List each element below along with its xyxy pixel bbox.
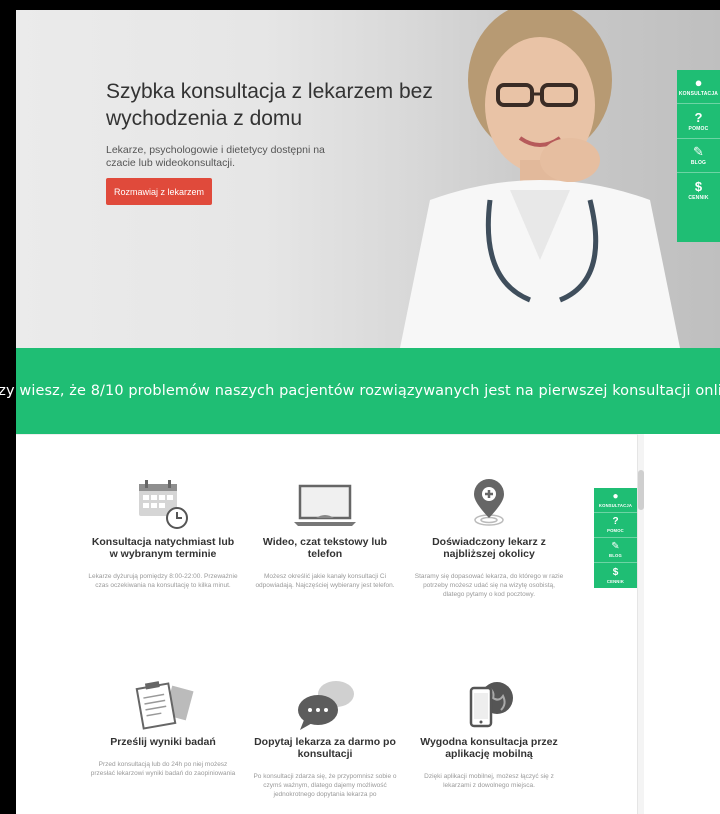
side-widget-help[interactable]: ? Pomoc: [594, 513, 637, 538]
side-widget-consultation[interactable]: ● Konsultacja: [677, 70, 720, 105]
feature-item: Dopytaj lekarza za darmo po konsultacji …: [250, 678, 400, 799]
clipboard-icon: [135, 681, 194, 730]
side-widget-pricing[interactable]: $ Cennik: [677, 173, 720, 207]
feature-text: Możesz określić jakie kanały konsultacji…: [255, 573, 395, 589]
side-widget-label: Blog: [609, 553, 622, 558]
talk-to-doctor-button[interactable]: Rozmawiaj z lekarzem: [106, 178, 212, 205]
side-widget: ● Konsultacja ? Pomoc ✎ Blog $ Cennik: [677, 70, 720, 242]
laptop-icon: [294, 484, 356, 526]
hero-subtitle: Lekarze, psychologowie i dietetycy dostę…: [106, 144, 325, 169]
feature-title: Wideo, czat tekstowy lub telefon: [262, 536, 388, 560]
side-widget-blog[interactable]: ✎ Blog: [594, 538, 637, 563]
info-banner: Czy wiesz, że 8/10 problemów naszych pac…: [0, 348, 720, 434]
feature-title: Prześlij wyniki badań: [110, 736, 216, 748]
side-widget-help[interactable]: ? Pomoc: [677, 104, 720, 139]
window-frame-top: [0, 0, 720, 10]
side-widget-label: Konsultacja: [678, 91, 719, 98]
feature-title: Wygodna konsultacja przez aplikację mobi…: [420, 736, 558, 760]
hero-section: Szybka konsultacja z lekarzem bez wychod…: [16, 10, 720, 348]
question-icon: ?: [612, 516, 619, 527]
feature-item: Wygodna konsultacja przez aplikację mobi…: [414, 678, 564, 790]
feature-text: Lekarze dyżurują pomiędzy 8:00-22:00. Pr…: [88, 573, 238, 589]
side-widget-pricing[interactable]: $ Cennik: [594, 563, 637, 588]
feature-title: Dopytaj lekarza za darmo po konsultacji: [254, 736, 396, 760]
edit-icon: ✎: [693, 143, 704, 159]
money-icon: $: [612, 566, 619, 578]
calendar-clock-icon: [139, 480, 188, 529]
banner-text: Czy wiesz, że 8/10 problemów naszych pac…: [0, 383, 720, 399]
mobile-globe-icon: [469, 682, 513, 728]
feature-title: Konsultacja natychmiast lub w wybranym t…: [91, 536, 235, 560]
feature-item: Wideo, czat tekstowy lub telefon Możesz …: [250, 478, 400, 590]
scrollbar-thumb[interactable]: [638, 470, 644, 510]
chat-bubbles-icon: [298, 681, 354, 730]
side-widget-blog[interactable]: ✎ Blog: [677, 139, 720, 174]
question-icon: ?: [694, 109, 703, 125]
feature-title: Doświadczony lekarz z najbliższej okolic…: [432, 536, 546, 560]
side-widget-label: Cennik: [606, 578, 625, 584]
side-widget-label: Pomoc: [607, 528, 624, 533]
chat-bubble-icon: ●: [612, 491, 619, 502]
feature-item: Prześlij wyniki badań Przed konsultacją …: [88, 678, 238, 778]
feature-text: Staramy się dopasować lekarza, do któreg…: [414, 573, 564, 598]
chat-bubble-icon: ●: [694, 75, 703, 91]
money-icon: $: [694, 178, 703, 194]
feature-text: Przed konsultacją lub do 24h po niej moż…: [90, 761, 236, 777]
location-pin-icon: [474, 479, 504, 526]
feature-text: Po konsultacji zdarza się, że przypomnis…: [253, 773, 397, 798]
window-frame-left: [0, 0, 16, 814]
side-widget-label: Blog: [690, 159, 707, 166]
doctor-photo: [400, 10, 680, 348]
hero-title: Szybka konsultacja z lekarzem bez wychod…: [106, 80, 433, 130]
edit-icon: ✎: [611, 541, 620, 552]
side-widget-consultation[interactable]: ● Konsultacja: [594, 488, 637, 513]
side-widget-compact: ● Konsultacja ? Pomoc ✎ Blog $ Cennik: [594, 488, 637, 588]
feature-item: Konsultacja natychmiast lub w wybranym t…: [88, 478, 238, 590]
side-widget-label: Konsultacja: [598, 503, 633, 508]
side-widget-label: Pomoc: [688, 125, 709, 132]
feature-item: Doświadczony lekarz z najbliższej okolic…: [414, 478, 564, 599]
feature-text: Dzięki aplikacji mobilnej, możesz łączyć…: [424, 773, 554, 789]
side-widget-label: Cennik: [688, 194, 709, 201]
